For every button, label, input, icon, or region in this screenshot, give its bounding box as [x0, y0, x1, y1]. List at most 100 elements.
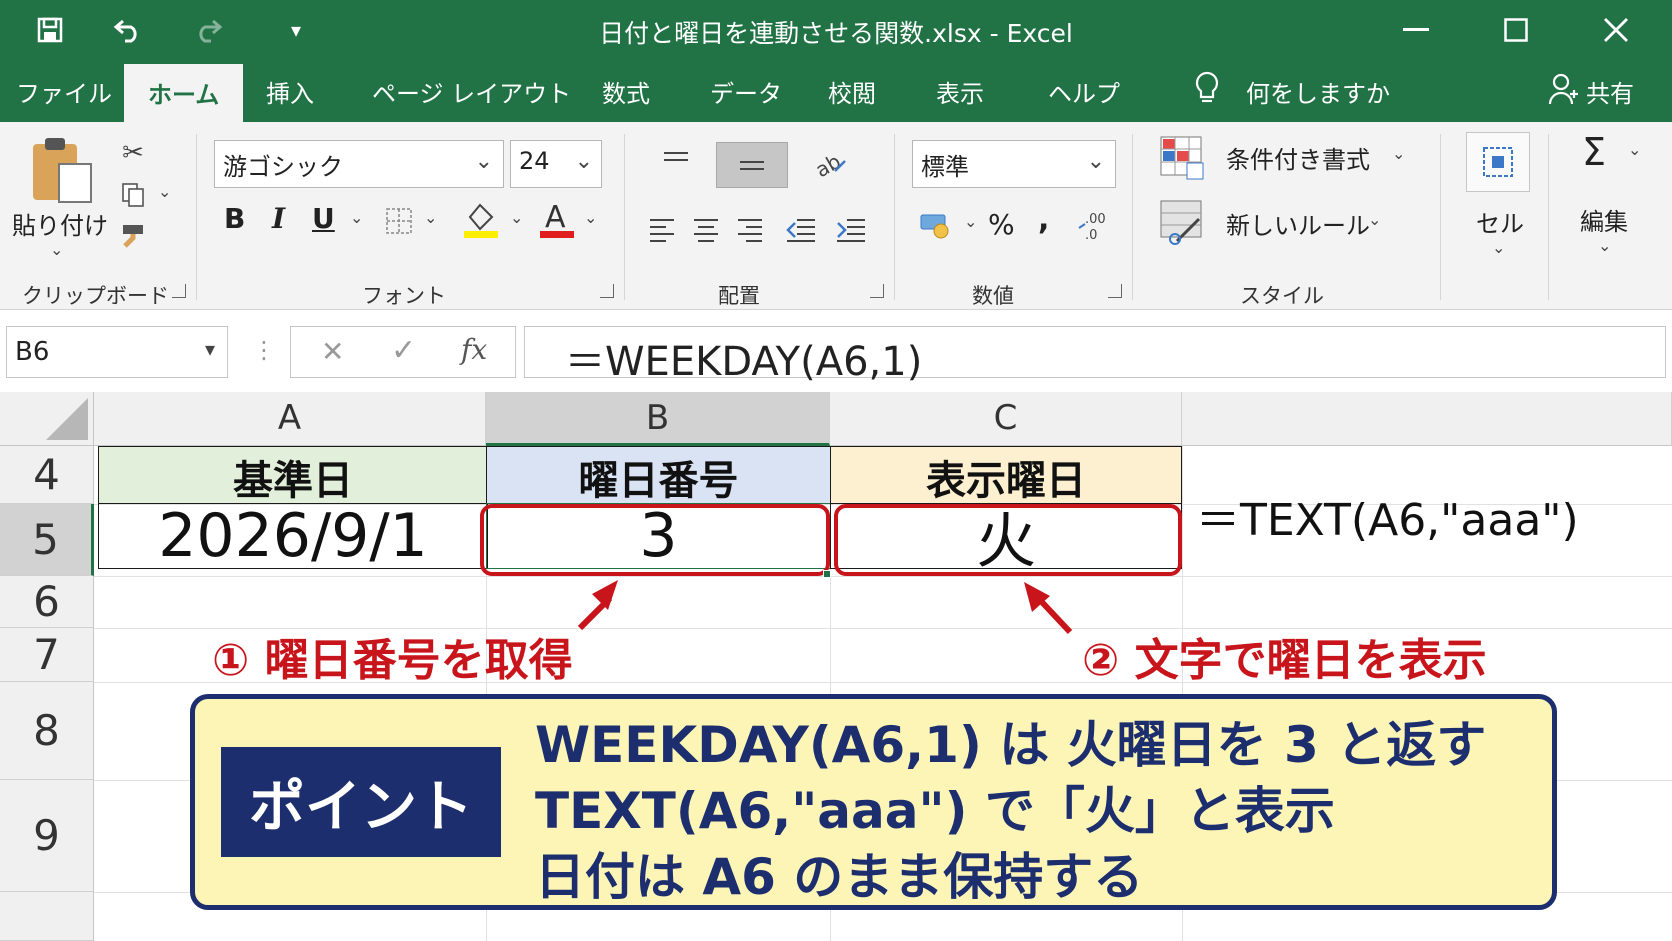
borders-dropdown-icon[interactable]: ⌄ [424, 208, 437, 227]
align-middle-icon[interactable] [716, 142, 788, 188]
tab-home[interactable]: ホーム [124, 64, 244, 122]
format-painter-icon[interactable] [116, 218, 150, 252]
conditional-formatting-icon[interactable] [1158, 134, 1208, 182]
fill-color-dropdown-icon[interactable]: ⌄ [510, 208, 523, 227]
font-size-dropdown[interactable]: 24 ⌄ [510, 140, 602, 188]
tab-page-layout[interactable]: ページ レイアウト [372, 74, 571, 109]
share-button[interactable]: 共有 [1586, 74, 1634, 109]
point-line-1: WEEKDAY(A6,1) は 火曜日を 3 と返す [535, 716, 1487, 774]
maximize-button[interactable] [1486, 6, 1546, 54]
comma-style-button[interactable]: , [1038, 202, 1049, 237]
point-line-3: 日付は A6 のまま保持する [535, 848, 1144, 906]
number-format-dropdown[interactable]: 標準 ⌄ [912, 140, 1116, 188]
italic-button[interactable]: I [272, 202, 285, 235]
chevron-down-icon: ⌄ [1086, 149, 1105, 174]
point-line-2: TEXT(A6,"aaa") で「火」と表示 [535, 782, 1335, 840]
editing-dropdown-icon[interactable]: ⌄ [1598, 236, 1611, 255]
tab-file[interactable]: ファイル [16, 74, 112, 109]
paste-icon[interactable] [28, 136, 96, 206]
accounting-format-icon[interactable] [916, 208, 956, 244]
align-top-icon[interactable] [656, 140, 696, 180]
tell-me-search[interactable]: 何をしますか [1246, 74, 1390, 109]
font-size-value: 24 [519, 147, 550, 175]
cut-icon[interactable]: ✂ [116, 136, 150, 170]
tab-view[interactable]: 表示 [936, 74, 984, 109]
chevron-down-icon: ⌄ [474, 149, 493, 174]
align-center-icon[interactable] [688, 212, 724, 248]
decrease-indent-icon[interactable] [782, 212, 820, 248]
formula-bar: B6 ▾ ⋮ ✕ ✓ fx ＝WEEKDAY(A6,1) [0, 310, 1672, 392]
font-dialog-launcher-icon[interactable] [600, 284, 614, 298]
svg-text:.00: .00 [1085, 212, 1106, 227]
cells-button[interactable]: セル [1476, 204, 1524, 239]
lightbulb-icon[interactable] [1194, 70, 1220, 112]
underline-button[interactable]: U [312, 202, 335, 235]
conditional-formatting-button[interactable]: 条件付き書式 [1226, 140, 1370, 175]
formula-buttons: ✕ ✓ fx [290, 326, 516, 378]
orientation-icon[interactable]: ab [810, 144, 850, 184]
font-name-dropdown[interactable]: 游ゴシック ⌄ [214, 140, 504, 188]
number-dialog-launcher-icon[interactable] [1108, 284, 1122, 298]
share-icon[interactable] [1548, 72, 1578, 112]
group-separator [1132, 134, 1133, 300]
align-left-icon[interactable] [644, 212, 680, 248]
point-badge: ポイント [221, 747, 501, 857]
accounting-dropdown-icon[interactable]: ⌄ [964, 212, 977, 231]
underline-dropdown-icon[interactable]: ⌄ [350, 208, 363, 227]
arrow-icon [1024, 582, 1073, 635]
borders-icon[interactable] [382, 204, 416, 238]
bold-button[interactable]: B [224, 202, 245, 235]
enter-icon[interactable]: ✓ [391, 333, 416, 368]
alignment-dialog-launcher-icon[interactable] [870, 284, 884, 298]
tab-review[interactable]: 校閲 [828, 74, 876, 109]
copy-icon[interactable] [116, 178, 150, 212]
new-rule-icon[interactable] [1158, 198, 1208, 246]
tab-formulas[interactable]: 数式 [602, 74, 650, 109]
name-box-value: B6 [15, 337, 50, 367]
decimal-icon[interactable]: .00.0 [1074, 208, 1114, 244]
paste-dropdown-icon[interactable]: ⌄ [50, 240, 63, 259]
font-color-dropdown-icon[interactable]: ⌄ [584, 208, 597, 227]
tab-data[interactable]: データ [710, 74, 782, 109]
percent-style-button[interactable]: % [988, 208, 1015, 241]
group-separator [196, 134, 197, 300]
tab-help[interactable]: ヘルプ [1048, 74, 1120, 109]
cells-icon[interactable] [1466, 132, 1530, 192]
group-separator [1440, 134, 1441, 300]
paste-label[interactable]: 貼り付け [12, 206, 108, 241]
styles-group-label: スタイル [1240, 284, 1324, 308]
clipboard-dialog-launcher-icon[interactable] [172, 284, 186, 298]
close-button[interactable] [1586, 6, 1646, 54]
autosum-button[interactable]: Σ [1582, 130, 1606, 174]
svg-text:ab: ab [813, 149, 845, 179]
conditional-dropdown-icon[interactable]: ⌄ [1392, 144, 1405, 163]
font-color-icon[interactable]: A [536, 198, 576, 242]
align-right-icon[interactable] [732, 212, 768, 248]
group-separator [894, 134, 895, 300]
chevron-down-icon: ⌄ [574, 149, 593, 174]
group-separator [1548, 134, 1549, 300]
svg-text:.0: .0 [1085, 228, 1097, 242]
insert-function-button[interactable]: fx [461, 333, 487, 366]
cells-dropdown-icon[interactable]: ⌄ [1492, 238, 1505, 257]
increase-indent-icon[interactable] [832, 212, 870, 248]
alignment-group-label: 配置 [718, 284, 760, 308]
arrow-icon [577, 580, 618, 631]
number-format-value: 標準 [921, 153, 969, 181]
name-box[interactable]: B6 ▾ [6, 326, 228, 378]
new-rule-dropdown-icon[interactable]: ⌄ [1368, 210, 1381, 229]
editing-button[interactable]: 編集 [1580, 202, 1628, 237]
fill-color-icon[interactable] [460, 200, 500, 240]
autosum-dropdown-icon[interactable]: ⌄ [1628, 140, 1641, 159]
cancel-icon[interactable]: ✕ [321, 335, 344, 368]
font-group-label: フォント [362, 284, 446, 308]
formula-input[interactable]: ＝WEEKDAY(A6,1) [524, 326, 1666, 385]
annotation-get-weekday-number: ① 曜日番号を取得 [212, 635, 573, 686]
new-rule-button[interactable]: 新しいルール [1226, 206, 1370, 241]
minimize-button[interactable] [1386, 6, 1446, 54]
name-box-dropdown-icon[interactable]: ▾ [205, 337, 215, 361]
tab-insert[interactable]: 挿入 [266, 74, 314, 109]
worksheet-grid: A B C 4 5 6 7 8 9 基準日 曜日番号 表示曜日 2026/9/1… [0, 392, 1672, 941]
copy-dropdown-icon[interactable]: ⌄ [158, 182, 171, 201]
title-bar: ▾ 日付と曜日を連動させる関数.xlsx - Excel [0, 0, 1672, 60]
